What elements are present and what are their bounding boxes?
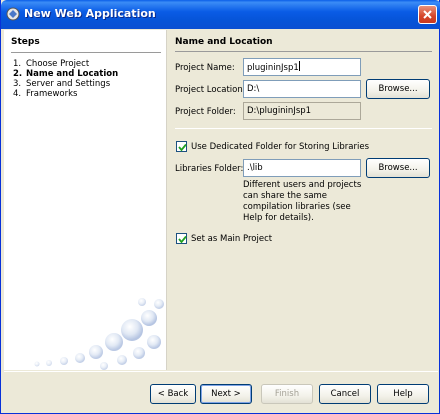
title-bar: New Web Application: [1, 0, 440, 29]
finish-button[interactable]: Finish: [261, 384, 313, 404]
dedicated-folder-label: Use Dedicated Folder for Storing Librari…: [191, 142, 369, 152]
checkmark-icon: [178, 235, 187, 244]
project-folder-field[interactable]: D:\plugininJsp1: [243, 102, 361, 120]
section-title: Name and Location: [175, 37, 273, 47]
cancel-button[interactable]: Cancel: [319, 384, 371, 404]
project-name-input[interactable]: plugininJsp1: [243, 58, 361, 76]
back-button[interactable]: < Back: [150, 384, 196, 404]
libraries-folder-label: Libraries Folder:: [175, 164, 244, 174]
main-project-label: Set as Main Project: [191, 234, 273, 244]
close-icon: [423, 10, 432, 19]
steps-panel: Steps 1. Choose Project 2. Name and Locati…: [4, 30, 167, 370]
next-button[interactable]: Next >: [200, 384, 252, 404]
libraries-folder-input[interactable]: .\lib: [243, 159, 361, 177]
main-project-checkbox[interactable]: [176, 233, 187, 244]
close-button[interactable]: [418, 5, 437, 24]
checkmark-icon: [178, 143, 187, 152]
project-folder-label: Project Folder:: [175, 107, 236, 117]
separator: [175, 128, 432, 129]
footer-divider: [4, 371, 438, 372]
dialog-window: New Web Application Steps 1. Choose Proje…: [0, 0, 440, 414]
app-icon: [6, 7, 20, 21]
decorative-bubbles: [34, 298, 164, 370]
libraries-help-text: Different users and projects can share t…: [243, 180, 362, 223]
text-caret: [298, 61, 300, 71]
help-button[interactable]: Help: [377, 384, 429, 404]
project-location-label: Project Location:: [175, 85, 246, 95]
window-title: New Web Application: [24, 7, 156, 20]
section-divider: [175, 51, 432, 52]
dedicated-folder-checkbox[interactable]: [176, 141, 187, 152]
project-location-input[interactable]: D:\: [243, 80, 361, 98]
content-panel: Name and Location Project Name: pluginin…: [168, 30, 438, 370]
browse-libraries-button[interactable]: Browse...: [366, 158, 430, 178]
project-name-label: Project Name:: [175, 63, 235, 73]
browse-location-button[interactable]: Browse...: [366, 79, 430, 99]
